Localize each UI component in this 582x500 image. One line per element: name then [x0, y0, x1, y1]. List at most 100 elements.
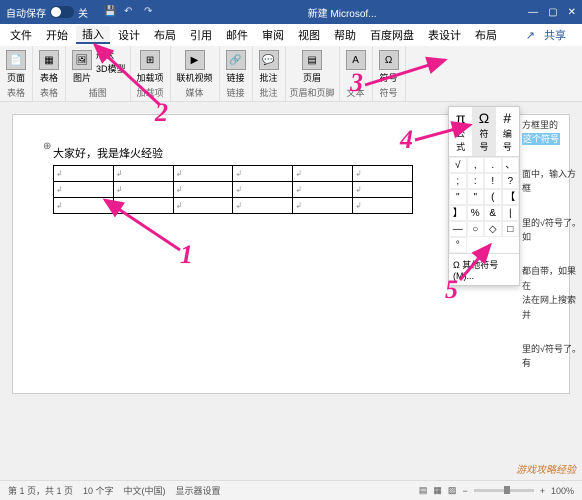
symbol-cell[interactable]: , — [467, 157, 485, 173]
symbol-cell[interactable]: " — [467, 189, 485, 205]
tab-insert[interactable]: 插入 — [76, 26, 110, 44]
symbol-cell[interactable]: : — [467, 173, 485, 189]
symbol-cell[interactable]: 】 — [449, 205, 467, 221]
tab-layout[interactable]: 布局 — [148, 27, 182, 43]
redo-icon[interactable]: ↷ — [144, 6, 156, 18]
tab-baidu[interactable]: 百度网盘 — [364, 27, 420, 43]
page-icon: 📄 — [6, 50, 26, 70]
symbol-cell[interactable]: ◇ — [484, 221, 502, 237]
pages-button[interactable]: 📄页面 — [4, 48, 28, 86]
symbol-cell[interactable]: √ — [449, 157, 467, 173]
tab-design[interactable]: 设计 — [112, 27, 146, 43]
group-comments: 💬批注 批注 — [253, 46, 286, 101]
equation-tab[interactable]: π公式 — [449, 107, 472, 156]
tab-review[interactable]: 审阅 — [256, 27, 290, 43]
zoom-level[interactable]: 100% — [551, 486, 574, 496]
save-icon[interactable]: 💾 — [104, 6, 116, 18]
symbol-cell[interactable]: ; — [449, 173, 467, 189]
annotation-3: 3 — [350, 68, 363, 98]
watermark: 游戏攻略经验 — [516, 461, 576, 476]
annotation-1: 1 — [180, 240, 193, 270]
symbol-grid: √,.、;:!?""(【】%&|—○◇□° — [449, 157, 519, 253]
header-icon: ▤ — [302, 50, 322, 70]
header-button[interactable]: ▤页眉 — [300, 48, 324, 86]
link-button[interactable]: 🔗链接 — [224, 48, 248, 86]
text-icon: A — [346, 50, 366, 70]
symbol-cell[interactable]: ° — [449, 237, 467, 253]
comment-icon: 💬 — [259, 50, 279, 70]
view-web-icon[interactable]: ▨ — [448, 485, 457, 496]
zoom-in[interactable]: + — [540, 486, 545, 496]
shapes-button[interactable]: 形状 — [96, 48, 126, 61]
number-tab[interactable]: #编号 — [496, 107, 519, 156]
table-icon: ▦ — [39, 50, 59, 70]
symbol-button[interactable]: Ω符号 — [377, 48, 401, 86]
status-page[interactable]: 第 1 页，共 1 页 — [8, 484, 73, 497]
addins-button[interactable]: ⊞加载项 — [135, 48, 166, 86]
symbol-cell[interactable]: % — [467, 205, 485, 221]
annotation-2: 2 — [155, 98, 168, 128]
toggle-icon — [50, 6, 74, 18]
link-icon: 🔗 — [226, 50, 246, 70]
picture-icon: 🖼 — [72, 50, 92, 70]
tab-view[interactable]: 视图 — [292, 27, 326, 43]
annotation-4: 4 — [400, 125, 413, 155]
tab-tdesign[interactable]: 表设计 — [422, 27, 467, 43]
group-illustrations: 🖼图片 形状 3D模型 插图 — [66, 46, 131, 101]
side-text: 方框里的这个符号 面中，输入方框 里的√符号了。如 都自带，如果在法在网上搜索并… — [522, 118, 582, 391]
menu-bar: 文件 开始 插入 设计 布局 引用 邮件 审阅 视图 帮助 百度网盘 表设计 布… — [0, 24, 582, 46]
status-bar: 第 1 页，共 1 页 10 个字 中文(中国) 显示器设置 ▤ ▦ ▨ − +… — [0, 480, 582, 500]
symbol-cell[interactable]: " — [449, 189, 467, 205]
tab-references[interactable]: 引用 — [184, 27, 218, 43]
view-read-icon[interactable]: ▤ — [419, 485, 428, 496]
symbol-cell[interactable]: | — [502, 205, 520, 221]
symbol-cell[interactable]: — — [449, 221, 467, 237]
maximize-icon[interactable]: ▢ — [548, 7, 557, 18]
video-icon: ▶ — [185, 50, 205, 70]
symbol-tab[interactable]: Ω符号 — [472, 107, 495, 156]
view-print-icon[interactable]: ▦ — [433, 485, 442, 496]
model-button[interactable]: 3D模型 — [96, 62, 126, 75]
quick-access-toolbar: 💾 ↶ ↷ — [104, 6, 156, 18]
group-links: 🔗链接 链接 — [220, 46, 253, 101]
status-lang[interactable]: 中文(中国) — [124, 484, 166, 497]
status-display[interactable]: 显示器设置 — [176, 484, 221, 497]
picture-button[interactable]: 🖼图片 — [70, 48, 94, 86]
group-tables: ▦表格 表格 — [33, 46, 66, 101]
symbol-cell[interactable]: 、 — [502, 157, 520, 173]
tab-tlayout[interactable]: 布局 — [469, 27, 503, 43]
autosave-toggle[interactable]: 自动保存 关 — [6, 5, 88, 20]
group-addins: ⊞加载项 加载项 — [131, 46, 171, 101]
tab-mail[interactable]: 邮件 — [220, 27, 254, 43]
symbol-cell[interactable]: ! — [484, 173, 502, 189]
close-icon[interactable]: ✕ — [568, 7, 576, 18]
window-controls: — ▢ ✕ — [528, 7, 576, 18]
tab-help[interactable]: 帮助 — [328, 27, 362, 43]
document-table[interactable]: ↲↲↲↲↲↲ ↲↲↲↲↲↲ ↲↲↲↲↲↲ — [53, 165, 413, 214]
symbol-cell[interactable]: . — [484, 157, 502, 173]
tab-home[interactable]: 开始 — [40, 27, 74, 43]
comment-button[interactable]: 💬批注 — [257, 48, 281, 86]
table-button[interactable]: ▦表格 — [37, 48, 61, 86]
zoom-out[interactable]: − — [462, 486, 467, 496]
symbol-cell[interactable]: ? — [502, 173, 520, 189]
group-pages: 📄页面 表格 — [0, 46, 33, 101]
annotation-5: 5 — [445, 275, 458, 305]
symbol-cell[interactable]: 【 — [502, 189, 520, 205]
minimize-icon[interactable]: — — [528, 7, 538, 18]
undo-icon[interactable]: ↶ — [124, 6, 136, 18]
omega-icon: Ω — [379, 50, 399, 70]
symbol-dropdown: π公式 Ω符号 #编号 √,.、;:!?""(【】%&|—○◇□° Ω 其他符号… — [448, 106, 520, 286]
ribbon: 📄页面 表格 ▦表格 表格 🖼图片 形状 3D模型 插图 ⊞加载项 加载项 ▶联… — [0, 46, 582, 102]
tab-file[interactable]: 文件 — [4, 27, 38, 43]
group-header: ▤页眉 页眉和页脚 — [286, 46, 340, 101]
symbol-cell[interactable]: □ — [502, 221, 520, 237]
video-button[interactable]: ▶联机视频 — [175, 48, 215, 86]
zoom-slider[interactable] — [474, 489, 534, 492]
share-button[interactable]: ↗ 共享 — [520, 27, 578, 43]
symbol-cell[interactable]: ( — [484, 189, 502, 205]
status-words[interactable]: 10 个字 — [83, 484, 114, 497]
more-symbols[interactable]: Ω 其他符号(M)... — [449, 253, 519, 285]
symbol-cell[interactable]: ○ — [467, 221, 485, 237]
symbol-cell[interactable]: & — [484, 205, 502, 221]
